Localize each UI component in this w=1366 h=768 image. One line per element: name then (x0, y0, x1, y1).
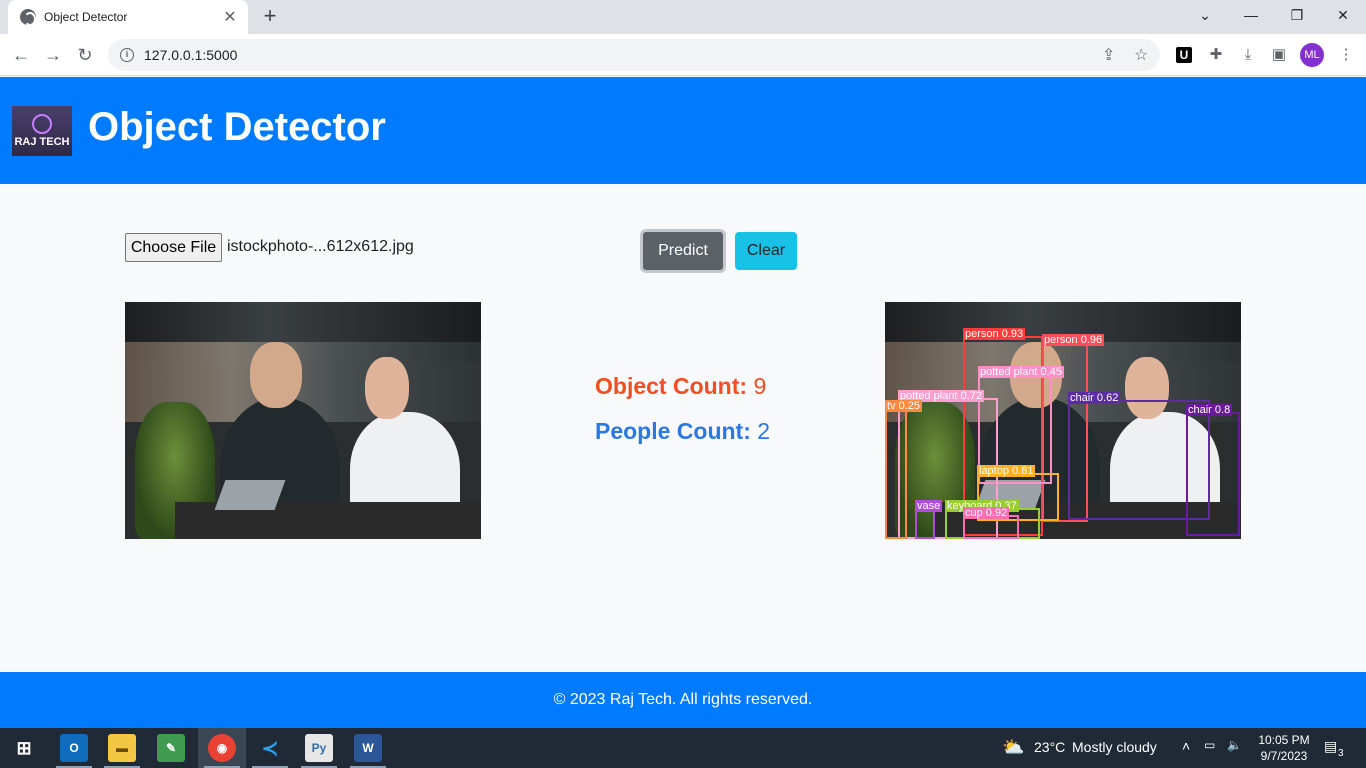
selected-file-name: istockphoto-...612x612.jpg (227, 238, 414, 255)
people-count-label: People Count: (595, 418, 751, 444)
logo-text: RAJ TECH (14, 136, 70, 148)
forward-icon[interactable]: → (40, 42, 66, 68)
detection-label: person 0.93 (963, 328, 1026, 340)
restore-button[interactable]: ❐ (1274, 0, 1320, 30)
extensions-puzzle-icon[interactable]: ✚ (1205, 44, 1227, 66)
word-icon[interactable]: W (354, 734, 382, 762)
object-count: Object Count: 9 (595, 373, 766, 400)
predict-button[interactable]: Predict (640, 229, 726, 273)
menu-kebab-icon[interactable]: ⋮ (1335, 44, 1357, 66)
close-tab-icon[interactable]: ✕ (222, 7, 238, 27)
clear-button[interactable]: Clear (735, 232, 797, 270)
weather-icon[interactable]: ⛅ (1002, 737, 1024, 758)
tab-search-icon[interactable]: ⌄ (1182, 0, 1228, 30)
detection-box (915, 508, 935, 539)
clock-date: 9/7/2023 (1260, 749, 1308, 763)
detection-label: tv 0.25 (885, 400, 923, 412)
globe-icon (20, 9, 36, 26)
weather-temp[interactable]: 23°C (1034, 739, 1065, 755)
detection-label: chair 0.8 (1186, 404, 1233, 416)
file-explorer-icon[interactable]: ▬ (108, 734, 136, 762)
input-image (125, 302, 481, 539)
battery-icon[interactable]: ▭ (1204, 738, 1215, 752)
people-count-value: 2 (757, 418, 771, 444)
object-count-label: Object Count: (595, 373, 748, 399)
browser-tab[interactable]: Object Detector ✕ (8, 0, 248, 34)
minimize-button[interactable]: — (1228, 0, 1274, 30)
detection-label: chair 0.62 (1068, 392, 1121, 404)
detection-label: potted plant 0.45 (978, 366, 1064, 378)
clock-time: 10:05 PM (1258, 733, 1310, 747)
new-tab-button[interactable]: + (258, 4, 282, 28)
choose-file-button[interactable]: Choose File (125, 233, 222, 262)
tab-title: Object Detector (44, 10, 128, 24)
detection-label: vase (915, 500, 943, 512)
address-bar[interactable]: i 127.0.0.1:5000 ⇪ ☆ (108, 39, 1160, 71)
python-file-icon[interactable]: Py (305, 734, 333, 762)
notes-app-icon[interactable]: ✎ (157, 734, 185, 762)
outlook-icon[interactable]: O (60, 734, 88, 762)
back-icon[interactable]: ← (8, 42, 34, 68)
tray-chevron-icon[interactable]: ˄ (1182, 738, 1190, 754)
raj-tech-logo: RAJ TECH (12, 106, 72, 156)
extension-u-icon[interactable]: U (1176, 47, 1192, 63)
weather-desc[interactable]: Mostly cloudy (1072, 739, 1157, 755)
logo-orb-icon (32, 114, 52, 134)
notification-icon[interactable]: ▤ (1324, 738, 1337, 755)
footer-text: © 2023 Raj Tech. All rights reserved. (553, 691, 813, 708)
detection-box (885, 408, 907, 539)
page-footer: © 2023 Raj Tech. All rights reserved. (0, 672, 1366, 728)
chrome-icon[interactable]: ◉ (208, 734, 236, 762)
share-icon[interactable]: ⇪ (1102, 45, 1115, 65)
detection-label: person 0.96 (1042, 334, 1105, 346)
detection-label: cup 0.92 (963, 507, 1010, 519)
output-image: person 0.93 person 0.96 potted plant 0.45 p… (885, 302, 1241, 539)
browser-toolbar: ← → ↻ i 127.0.0.1:5000 ⇪ ☆ U ✚ ⤓ ▣ ML ⋮ (0, 34, 1366, 76)
download-icon[interactable]: ⤓ (1237, 44, 1259, 66)
vscode-icon[interactable]: ≺ (256, 734, 284, 762)
windows-start-icon[interactable]: ⊞ (10, 734, 38, 762)
notification-count: 3 (1338, 748, 1344, 759)
detection-label: laptop 0.81 (977, 465, 1036, 477)
clock[interactable]: 10:05 PM 9/7/2023 (1254, 732, 1314, 764)
close-window-button[interactable]: ✕ (1320, 0, 1366, 30)
page-title: Object Detector (88, 105, 386, 149)
windows-taskbar: ⊞ O ▬ ✎ ◉ ≺ Py W ⛅ 23°C Mostly cloudy ˄ … (0, 728, 1366, 768)
object-count-value: 9 (753, 373, 767, 399)
volume-icon[interactable]: 🔈 (1227, 738, 1242, 752)
detection-box (1186, 412, 1240, 536)
page-header: RAJ TECH Object Detector (0, 77, 1366, 184)
reload-icon[interactable]: ↻ (72, 42, 98, 68)
site-info-icon[interactable]: i (120, 48, 134, 62)
side-panel-icon[interactable]: ▣ (1268, 44, 1290, 66)
bookmark-star-icon[interactable]: ☆ (1134, 45, 1148, 65)
browser-tabbar: Object Detector ✕ + ⌄ — ❐ ✕ (0, 0, 1366, 34)
profile-avatar[interactable]: ML (1300, 43, 1324, 67)
url-text: 127.0.0.1:5000 (144, 47, 238, 63)
people-count: People Count: 2 (595, 418, 770, 445)
